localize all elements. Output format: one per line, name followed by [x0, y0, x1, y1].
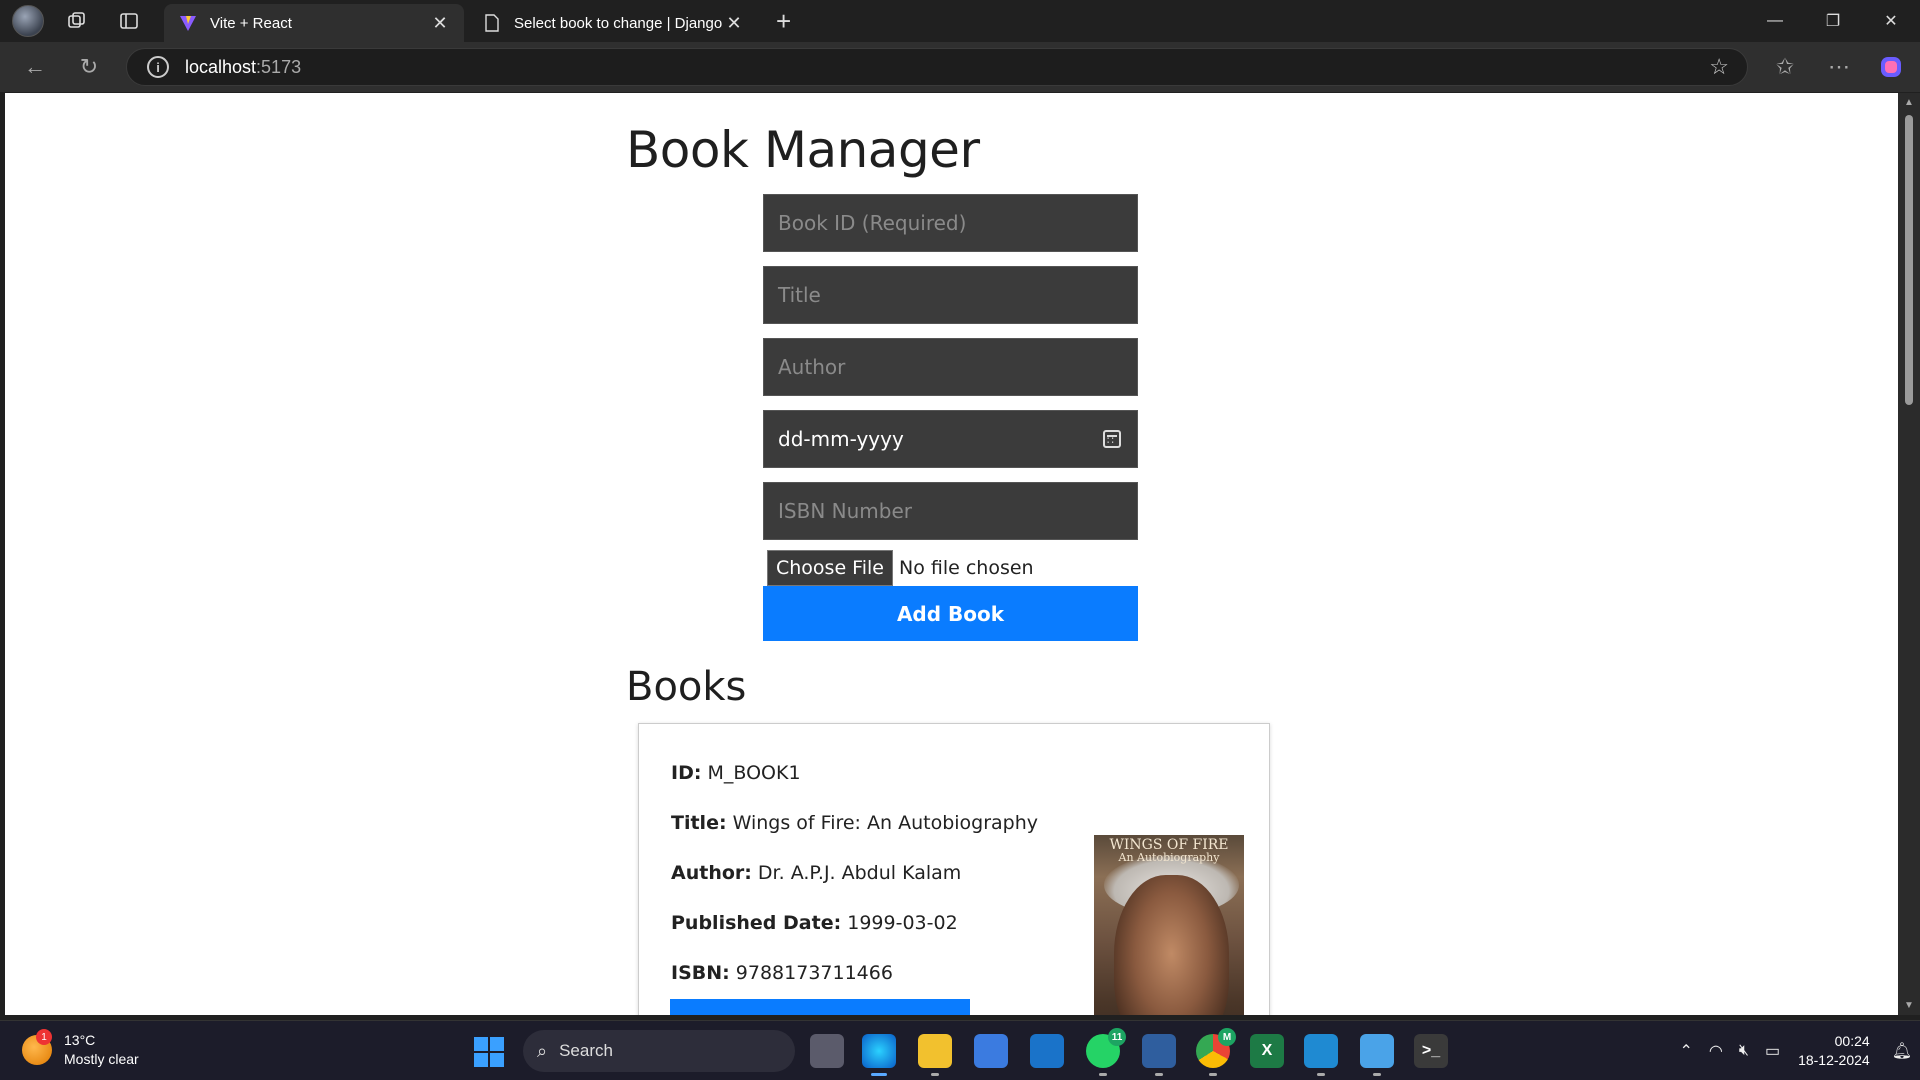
scrollbar-thumb[interactable] [1905, 115, 1913, 405]
book-title-row: Title: Wings of Fire: An Autobiography [671, 812, 1039, 834]
title-input[interactable]: Title [763, 266, 1138, 324]
search-label: Search [559, 1041, 613, 1060]
weather-icon: 1 [22, 1029, 52, 1065]
clock-date: 18-12-2024 [1798, 1052, 1870, 1068]
tab-label: Vite + React [210, 14, 292, 32]
wifi-icon[interactable]: ◠ [1709, 1041, 1723, 1061]
weather-temp: 13°C [64, 1032, 96, 1048]
reload-icon[interactable]: ↻ [76, 54, 102, 80]
add-book-form: Book ID (Required) Title Author dd-mm-yy… [763, 194, 1138, 641]
app-icon[interactable] [1142, 1034, 1176, 1076]
cover-subtitle: An Autobiography [1118, 851, 1220, 864]
search-icon: ⌕ [537, 1040, 548, 1061]
book-id-row: ID: M_BOOK1 [671, 762, 801, 784]
start-button[interactable] [474, 1037, 504, 1067]
profile-avatar[interactable] [12, 5, 44, 37]
vscode-icon[interactable] [1304, 1034, 1338, 1076]
more-menu-icon[interactable]: ⋯ [1826, 54, 1852, 80]
vertical-tabs-icon[interactable] [116, 8, 142, 34]
favorites-icon[interactable]: ✩ [1772, 54, 1798, 80]
notifications-bell-icon[interactable]: 🔔︎ [1892, 1041, 1912, 1061]
book-card: ID: M_BOOK1 Title: Wings of Fire: An Aut… [638, 723, 1270, 1015]
close-tab-icon[interactable]: ✕ [430, 13, 450, 34]
chevron-up-icon[interactable]: ⌃ [1679, 1041, 1692, 1061]
date-text: dd-mm-yyyy [778, 427, 904, 451]
page-title: Book Manager [626, 121, 980, 179]
weather-condition: Mostly clear [64, 1051, 139, 1067]
books-heading: Books [626, 664, 747, 710]
clock-time: 00:24 [1834, 1033, 1870, 1049]
calendar-icon[interactable] [1103, 430, 1121, 448]
battery-icon[interactable]: ▭ [1765, 1041, 1780, 1061]
page-icon [482, 13, 502, 33]
book-cover-image: WINGS OF FIRE An Autobiography [1094, 835, 1244, 1015]
author-input[interactable]: Author [763, 338, 1138, 396]
terminal-icon[interactable]: >_ [1414, 1034, 1448, 1068]
excel-icon[interactable]: X [1250, 1034, 1284, 1068]
cover-file-input: Choose File No file chosen [763, 548, 1138, 588]
edge-icon[interactable] [862, 1034, 896, 1076]
taskbar: 1 13°C Mostly clear ⌕ Search 11 M X >_ ⌃… [0, 1020, 1920, 1080]
system-tray: ⌃ ◠ 🔇︎ ▭ 00:24 18-12-2024 🔔︎ [1671, 1021, 1920, 1080]
outlook-icon[interactable] [1030, 1034, 1064, 1068]
file-explorer-icon[interactable] [918, 1034, 952, 1076]
close-tab-icon[interactable]: ✕ [724, 13, 744, 34]
file-status: No file chosen [898, 557, 1034, 579]
clock[interactable]: 00:24 18-12-2024 [1798, 1032, 1870, 1070]
new-tab-button[interactable]: + [776, 6, 791, 37]
restore-button[interactable]: ❐ [1804, 0, 1862, 42]
tab-django-admin[interactable]: Select book to change | Django si ✕ [468, 4, 758, 42]
site-info-icon[interactable]: i [147, 56, 169, 78]
browser-navbar: ← ↻ i localhost:5173 ☆ ✩ ⋯ [0, 42, 1920, 92]
close-window-button[interactable]: ✕ [1862, 0, 1920, 42]
book-id-input[interactable]: Book ID (Required) [763, 194, 1138, 252]
browser-titlebar: Vite + React ✕ Select book to change | D… [0, 0, 1920, 42]
copilot-icon[interactable] [1878, 54, 1904, 80]
notepad-icon[interactable] [1360, 1034, 1394, 1076]
notification-badge: 1 [36, 1029, 52, 1045]
published-date-input[interactable]: dd-mm-yyyy [763, 410, 1138, 468]
minimize-button[interactable]: — [1746, 0, 1804, 42]
book-action-button[interactable] [670, 999, 970, 1015]
book-isbn-row: ISBN: 9788173711466 [671, 962, 893, 984]
weather-widget[interactable]: 1 13°C Mostly clear [22, 1029, 139, 1069]
url-text: localhost:5173 [185, 56, 302, 77]
workspaces-icon[interactable] [64, 8, 90, 34]
chrome-icon[interactable]: M [1196, 1028, 1236, 1076]
vite-icon [178, 13, 198, 33]
isbn-input[interactable]: ISBN Number [763, 482, 1138, 540]
page-scrollbar[interactable]: ▲ ▼ [1898, 93, 1920, 1015]
favorite-star-icon[interactable]: ☆ [1709, 54, 1729, 80]
taskbar-search[interactable]: ⌕ Search [523, 1030, 795, 1072]
whatsapp-icon[interactable]: 11 [1086, 1028, 1126, 1076]
scroll-down-icon[interactable]: ▼ [1904, 1000, 1914, 1011]
tab-label: Select book to change | Django si [514, 14, 724, 32]
address-bar[interactable]: i localhost:5173 ☆ [126, 48, 1748, 86]
task-view-icon[interactable] [810, 1034, 844, 1068]
tab-vite-react[interactable]: Vite + React ✕ [164, 4, 464, 42]
book-author-row: Author: Dr. A.P.J. Abdul Kalam [671, 862, 962, 884]
back-arrow-icon[interactable]: ← [22, 54, 48, 80]
add-book-button[interactable]: Add Book [763, 586, 1138, 641]
page-viewport: Book Manager Book ID (Required) Title Au… [5, 93, 1898, 1015]
book-date-row: Published Date: 1999-03-02 [671, 912, 958, 934]
choose-file-button[interactable]: Choose File [767, 550, 893, 586]
scroll-up-icon[interactable]: ▲ [1904, 97, 1914, 108]
store-icon[interactable] [974, 1034, 1008, 1068]
volume-muted-icon[interactable]: 🔇︎ [1739, 1042, 1749, 1060]
